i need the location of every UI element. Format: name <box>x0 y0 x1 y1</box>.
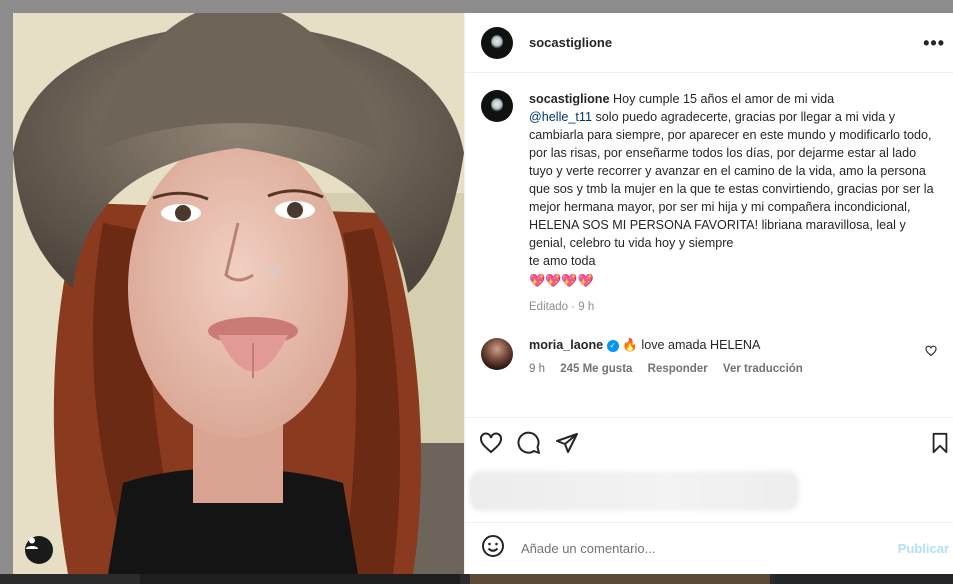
author-username[interactable]: socastiglione <box>529 35 612 50</box>
user-tag-button[interactable] <box>25 536 53 564</box>
emoji-icon[interactable] <box>481 534 505 563</box>
post-header: socastiglione ••• <box>465 13 953 73</box>
publish-button[interactable]: Publicar <box>898 541 949 556</box>
heart-icon[interactable] <box>479 431 503 455</box>
caption-text-body: solo puedo agradecerte, gracias por lleg… <box>529 110 934 250</box>
comment-text: love amada HELENA <box>641 338 761 352</box>
share-icon[interactable] <box>555 431 579 455</box>
edited-timestamp: Editado · 9 h <box>529 301 595 313</box>
comment-icon[interactable] <box>517 431 541 455</box>
comment-like-heart-icon[interactable] <box>925 344 937 362</box>
caption-username[interactable]: socastiglione <box>529 92 609 106</box>
caption: socastiglione Hoy cumple 15 años el amor… <box>481 90 937 316</box>
caption-text-pre: Hoy cumple 15 años el amor de mi vida <box>612 92 835 106</box>
caption-emojis: 💖💖💖💖 <box>529 273 594 288</box>
caption-text: socastiglione Hoy cumple 15 años el amor… <box>529 90 937 316</box>
comment-time[interactable]: 9 h <box>529 363 545 375</box>
blurred-likes-area <box>469 471 799 511</box>
post-modal: socastiglione ••• socastiglione Hoy cump… <box>13 13 953 574</box>
commenter-username[interactable]: moria_laone <box>529 338 603 352</box>
author-avatar[interactable] <box>481 26 513 59</box>
portrait-illustration <box>13 13 464 574</box>
verified-badge-icon: ✓ <box>606 339 619 352</box>
background-feed-strip <box>0 574 953 584</box>
comment-body: moria_laone ✓ 🔥 love amada HELENA 9 h 24… <box>529 338 815 375</box>
comments-scroll-area[interactable]: socastiglione Hoy cumple 15 años el amor… <box>465 74 953 375</box>
post-photo <box>13 13 464 574</box>
comment-item: moria_laone ✓ 🔥 love amada HELENA 9 h 24… <box>481 338 937 375</box>
mention-link[interactable]: @helle_t11 <box>529 110 592 124</box>
post-side-panel: socastiglione ••• socastiglione Hoy cump… <box>464 13 953 574</box>
see-translation-button[interactable]: Ver traducción <box>723 363 803 375</box>
comment-composer: Publicar <box>465 522 953 574</box>
comment-input[interactable] <box>521 541 881 556</box>
comment-meta: 9 h 245 Me gusta Responder Ver traducció… <box>529 363 815 375</box>
fire-emoji: 🔥 <box>622 338 638 352</box>
commenter-avatar[interactable] <box>481 338 513 370</box>
post-actions <box>465 417 953 467</box>
user-tag-icon <box>26 537 38 549</box>
caption-avatar[interactable] <box>481 90 513 122</box>
more-icon[interactable]: ••• <box>923 33 945 54</box>
bookmark-icon[interactable] <box>929 432 951 459</box>
caption-text-end: te amo toda <box>529 254 596 268</box>
reply-button[interactable]: Responder <box>648 363 708 375</box>
comment-likes[interactable]: 245 Me gusta <box>560 363 632 375</box>
